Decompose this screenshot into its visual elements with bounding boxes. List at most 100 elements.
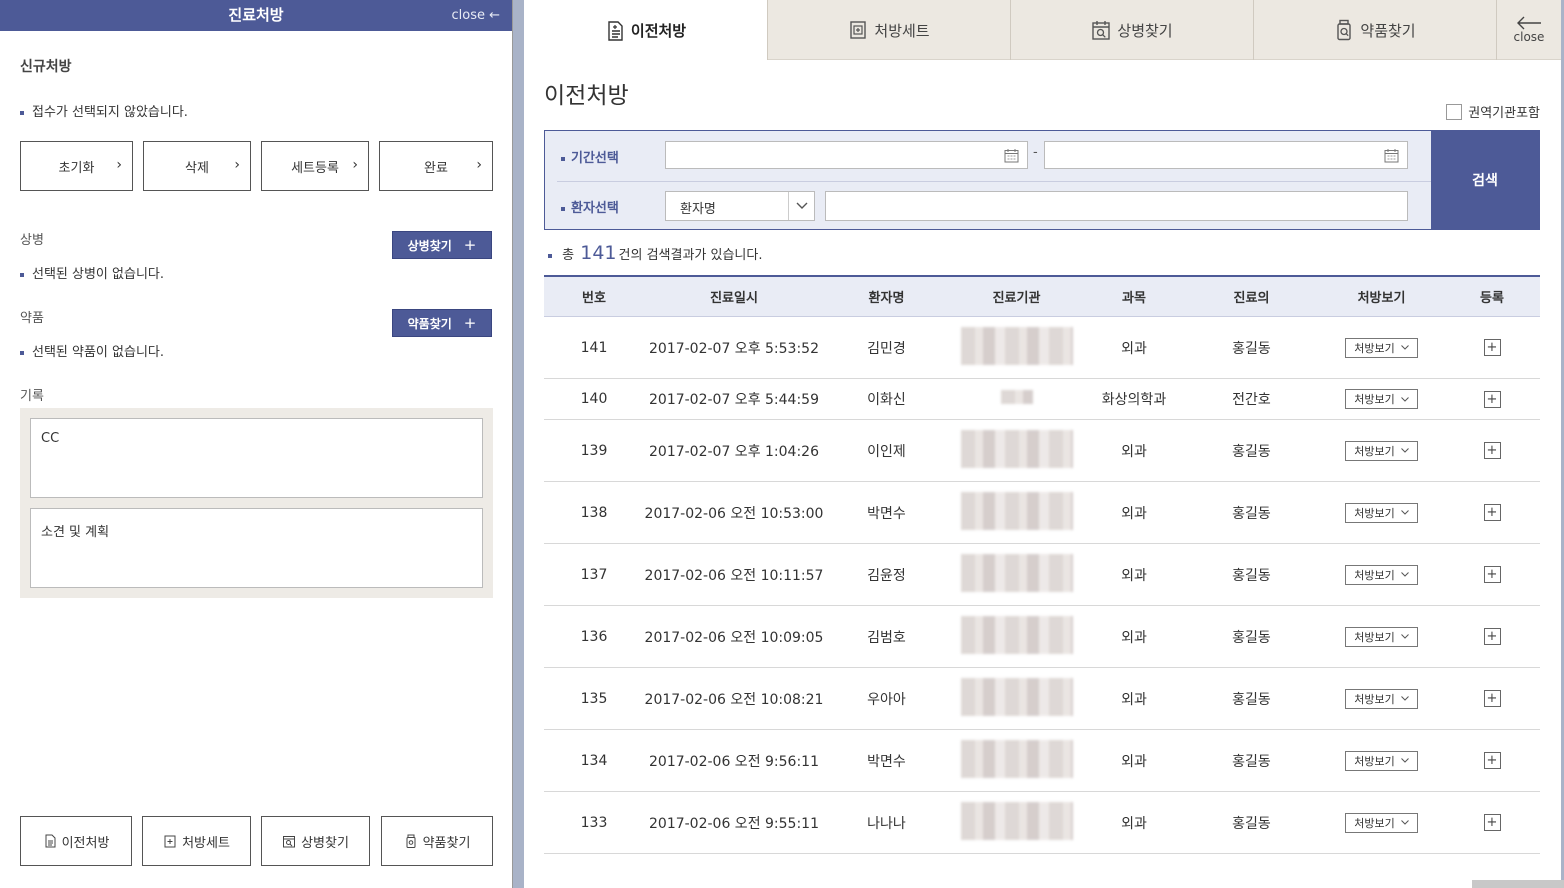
set-register-button[interactable]: 세트등록 ›: [261, 141, 369, 191]
tab-close-button[interactable]: close: [1496, 0, 1561, 60]
calendar-search-icon: [1092, 21, 1111, 40]
cell-patient: 박면수: [867, 753, 906, 770]
cell-doctor: 홍길동: [1232, 691, 1271, 708]
cell-date: 2017-02-06 오전 10:53:00: [644, 505, 824, 522]
patient-search-type-select[interactable]: 환자명: [665, 191, 815, 221]
tab-find-disease[interactable]: 상병찾기: [1010, 0, 1253, 60]
arrow-left-icon: [1517, 16, 1541, 30]
find-disease-bottom-button[interactable]: 상병찾기: [261, 816, 370, 866]
blurred-org-name: [960, 326, 1073, 365]
blurred-org-name: [960, 739, 1073, 778]
rx-view-label: 처방보기: [1354, 816, 1395, 830]
table-body: 141 2017-02-07 오후 5:53:52 김민경 외과 홍길동 처방보기 +140…: [544, 317, 1540, 854]
period-label: 기간선택: [561, 147, 619, 166]
cell-dept: 외과: [1121, 691, 1147, 708]
include-region-checkbox[interactable]: 권역기관포함: [1446, 102, 1540, 121]
cell-rx-view: 처방보기: [1319, 812, 1444, 833]
table-header: 번호 진료일시 환자명 진료기관 과목 진료의 처방보기 등록: [544, 275, 1540, 317]
find-drug-bottom-button[interactable]: 약품찾기: [381, 816, 493, 866]
find-disease-bottom-label: 상병찾기: [301, 835, 349, 851]
patient-label: 환자선택: [561, 197, 619, 216]
calendar-icon: [1004, 149, 1019, 163]
disease-label: 상병: [20, 233, 44, 248]
end-date-input[interactable]: [1044, 141, 1408, 169]
cell-no: 139: [580, 442, 608, 459]
prev-rx-button[interactable]: 이전처방: [20, 816, 132, 866]
prescription-panel: 진료처방 close ← 신규처방 접수가 선택되지 않았습니다. 초기화 › …: [0, 0, 513, 888]
register-plus-button[interactable]: +: [1483, 814, 1501, 831]
set-register-button-label: 세트등록: [291, 160, 339, 176]
rx-view-button[interactable]: 처방보기: [1345, 688, 1418, 709]
cell-date: 2017-02-06 오전 10:09:05: [644, 629, 824, 646]
rx-view-button[interactable]: 처방보기: [1345, 626, 1418, 647]
rx-view-button[interactable]: 처방보기: [1345, 502, 1418, 523]
cell-doctor: 홍길동: [1232, 340, 1271, 357]
app-window: 진료처방 close ← 신규처방 접수가 선택되지 않았습니다. 초기화 › …: [0, 0, 1564, 888]
register-plus-button[interactable]: +: [1483, 752, 1501, 769]
col-header: 처방보기: [1357, 291, 1406, 306]
start-date-input[interactable]: [665, 141, 1028, 169]
drug-label: 약품: [20, 311, 44, 326]
cell-org: [949, 553, 1084, 596]
rx-view-button[interactable]: 처방보기: [1345, 750, 1418, 771]
cc-textarea[interactable]: CC: [30, 418, 483, 498]
cell-no: 137: [580, 566, 608, 583]
register-plus-button[interactable]: +: [1483, 690, 1501, 707]
register-plus-button[interactable]: +: [1483, 390, 1501, 408]
plan-textarea[interactable]: 소견 및 계획: [30, 508, 483, 588]
plus-icon: +: [463, 236, 477, 254]
register-plus-button[interactable]: +: [1483, 442, 1501, 459]
cell-register: +: [1444, 442, 1540, 459]
cell-date: 2017-02-06 오전 9:55:11: [649, 815, 819, 832]
cell-register: +: [1444, 504, 1540, 521]
register-plus-button[interactable]: +: [1483, 504, 1501, 521]
table-row: 136 2017-02-06 오전 10:09:05 김범호 외과 홍길동 처방보기 +: [544, 606, 1540, 668]
panel-close-button[interactable]: close ←: [451, 0, 500, 31]
complete-button[interactable]: 완료 ›: [379, 141, 493, 191]
result-number: 141: [580, 242, 617, 264]
cell-org: [949, 491, 1084, 534]
tab-prev-rx[interactable]: 이전처방: [524, 0, 767, 61]
blurred-org-name: [1000, 390, 1033, 404]
date-separator: -: [1033, 145, 1038, 160]
rx-view-button[interactable]: 처방보기: [1345, 389, 1418, 409]
rx-view-button[interactable]: 처방보기: [1345, 812, 1418, 833]
register-plus-button[interactable]: +: [1483, 566, 1501, 583]
cell-rx-view: 처방보기: [1319, 440, 1444, 461]
tab-close-label: close: [1513, 30, 1545, 44]
find-drug-button[interactable]: 약품찾기 +: [392, 309, 492, 337]
reset-button[interactable]: 초기화 ›: [20, 141, 133, 191]
cell-org: [949, 326, 1084, 369]
col-header: 진료의: [1233, 291, 1270, 306]
chevron-right-icon: ›: [116, 157, 122, 173]
rx-set-icon: [164, 835, 176, 848]
reception-notice: 접수가 선택되지 않았습니다.: [20, 101, 188, 120]
patient-name-input[interactable]: [825, 191, 1408, 221]
find-disease-button[interactable]: 상병찾기 +: [392, 231, 492, 259]
tab-rx-set[interactable]: 처방세트: [767, 0, 1010, 60]
prev-rx-table: 번호 진료일시 환자명 진료기관 과목 진료의 처방보기 등록 141 2017-…: [544, 275, 1540, 854]
delete-button[interactable]: 삭제 ›: [143, 141, 251, 191]
rx-view-button[interactable]: 처방보기: [1345, 564, 1418, 585]
cc-text: CC: [41, 431, 60, 446]
search-button[interactable]: 검색: [1431, 131, 1539, 229]
drug-empty-text: 선택된 약품이 없습니다.: [20, 341, 164, 360]
register-plus-button[interactable]: +: [1483, 339, 1501, 356]
search-panel: 기간선택 - 환자선택 환자명 검색: [544, 130, 1540, 230]
cell-patient: 우아아: [867, 691, 906, 708]
panel-header: 진료처방 close ←: [0, 0, 512, 31]
tab-find-drug[interactable]: 약품찾기: [1253, 0, 1496, 60]
rx-view-button[interactable]: 처방보기: [1345, 440, 1418, 461]
result-count: 총 141 건의 검색결과가 있습니다.: [548, 242, 762, 264]
cell-no: 136: [580, 628, 608, 645]
horizontal-scrollbar[interactable]: [1472, 880, 1564, 888]
cell-doctor: 홍길동: [1232, 629, 1271, 646]
register-plus-button[interactable]: +: [1483, 628, 1501, 645]
cell-org: [949, 677, 1084, 720]
rx-view-button[interactable]: 처방보기: [1345, 337, 1418, 358]
table-row: 138 2017-02-06 오전 10:53:00 박면수 외과 홍길동 처방보기 +: [544, 482, 1540, 544]
find-drug-bottom-label: 약품찾기: [422, 835, 471, 851]
document-icon: [608, 20, 623, 41]
rx-set-button[interactable]: 처방세트: [142, 816, 251, 866]
rx-view-label: 처방보기: [1354, 692, 1395, 706]
